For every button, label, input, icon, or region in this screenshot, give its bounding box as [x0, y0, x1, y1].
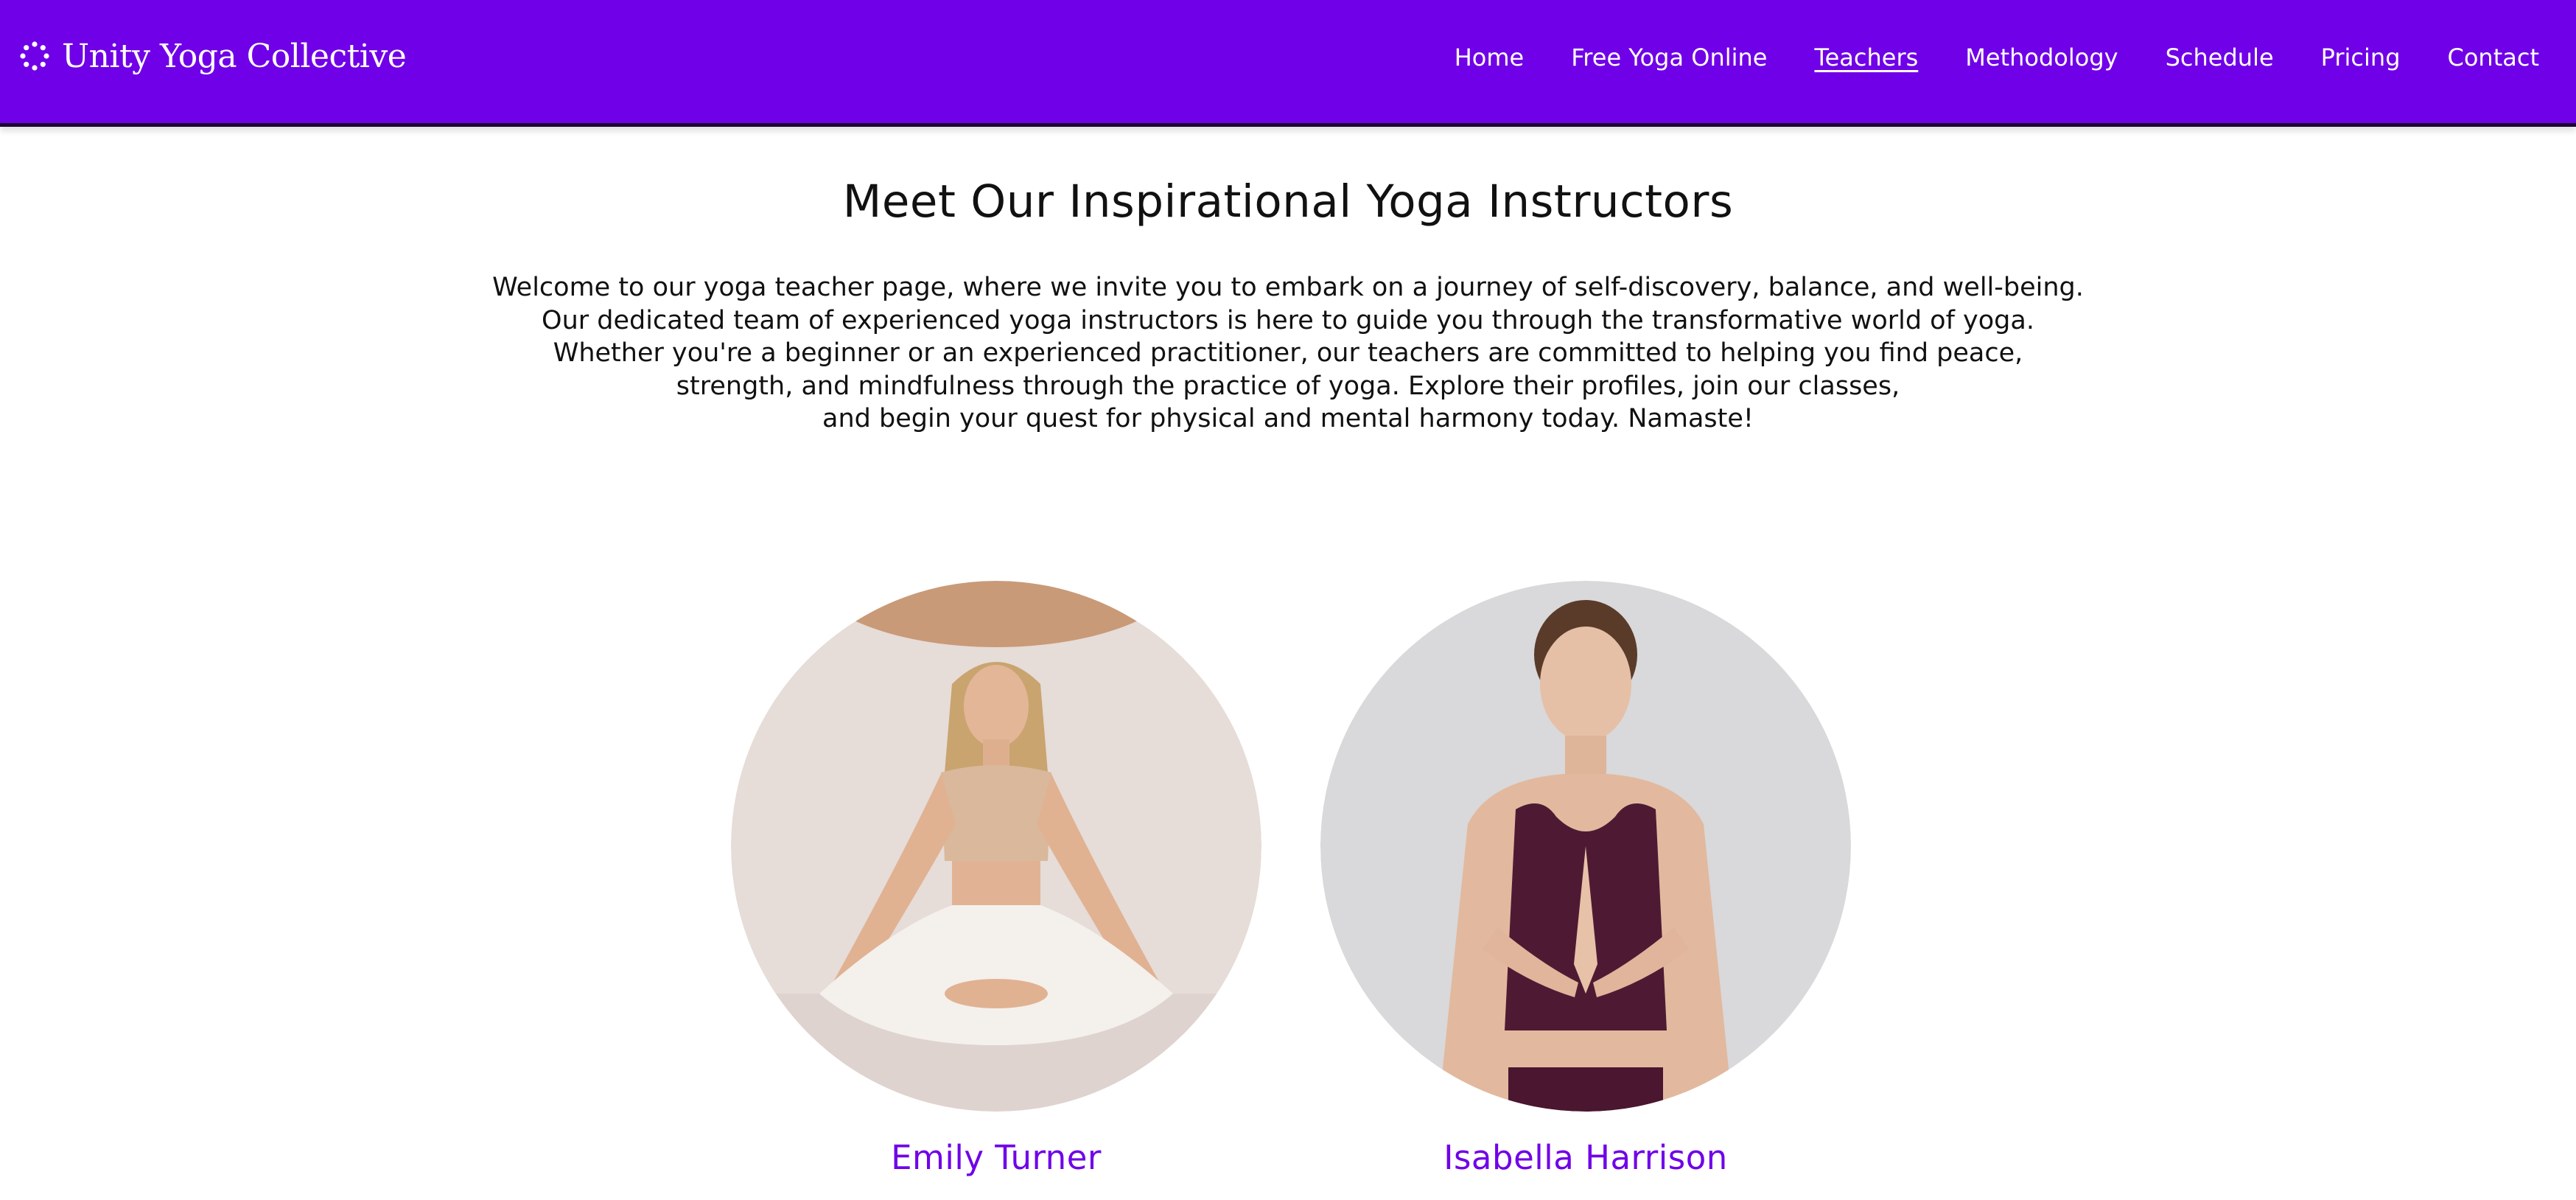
nav-link-methodology[interactable]: Methodology — [1965, 43, 2118, 71]
nav-link-pricing[interactable]: Pricing — [2321, 43, 2401, 71]
main-navigation: Home Free Yoga Online Teachers Methodolo… — [1455, 38, 2539, 77]
nav-link-home[interactable]: Home — [1455, 43, 1525, 71]
intro-paragraph: Welcome to our yoga teacher page, where … — [477, 271, 2099, 436]
nav-link-teachers[interactable]: Teachers — [1814, 43, 1918, 71]
teacher-photo-isabella-harrison[interactable] — [1320, 581, 1851, 1112]
intro-line: Our dedicated team of experienced yoga i… — [542, 305, 2034, 335]
brand-home-link[interactable]: Unity Yoga Collective — [18, 29, 407, 83]
nav-link-free-yoga-online[interactable]: Free Yoga Online — [1571, 43, 1767, 71]
brand-name: Unity Yoga Collective — [62, 37, 407, 75]
lotus-dots-icon — [20, 41, 49, 71]
page-title: Meet Our Inspirational Yoga Instructors — [842, 175, 1734, 228]
nav-link-contact[interactable]: Contact — [2448, 43, 2540, 71]
teacher-photo-emily-turner[interactable] — [731, 581, 1261, 1112]
nav-link-schedule[interactable]: Schedule — [2166, 43, 2274, 71]
intro-line: and begin your quest for physical and me… — [822, 404, 1754, 433]
teacher-card-emily-turner[interactable]: Emily Turner — [731, 581, 1261, 1177]
intro-line: Welcome to our yoga teacher page, where … — [492, 273, 2084, 302]
intro-line: strength, and mindfulness through the pr… — [676, 371, 1900, 401]
teacher-name[interactable]: Isabella Harrison — [1320, 1138, 1851, 1177]
top-navbar: Unity Yoga Collective Home Free Yoga Onl… — [0, 0, 2576, 127]
intro-line: Whether you're a beginner or an experien… — [553, 338, 2023, 368]
teacher-name[interactable]: Emily Turner — [731, 1138, 1261, 1177]
teacher-card-isabella-harrison[interactable]: Isabella Harrison — [1320, 581, 1851, 1177]
